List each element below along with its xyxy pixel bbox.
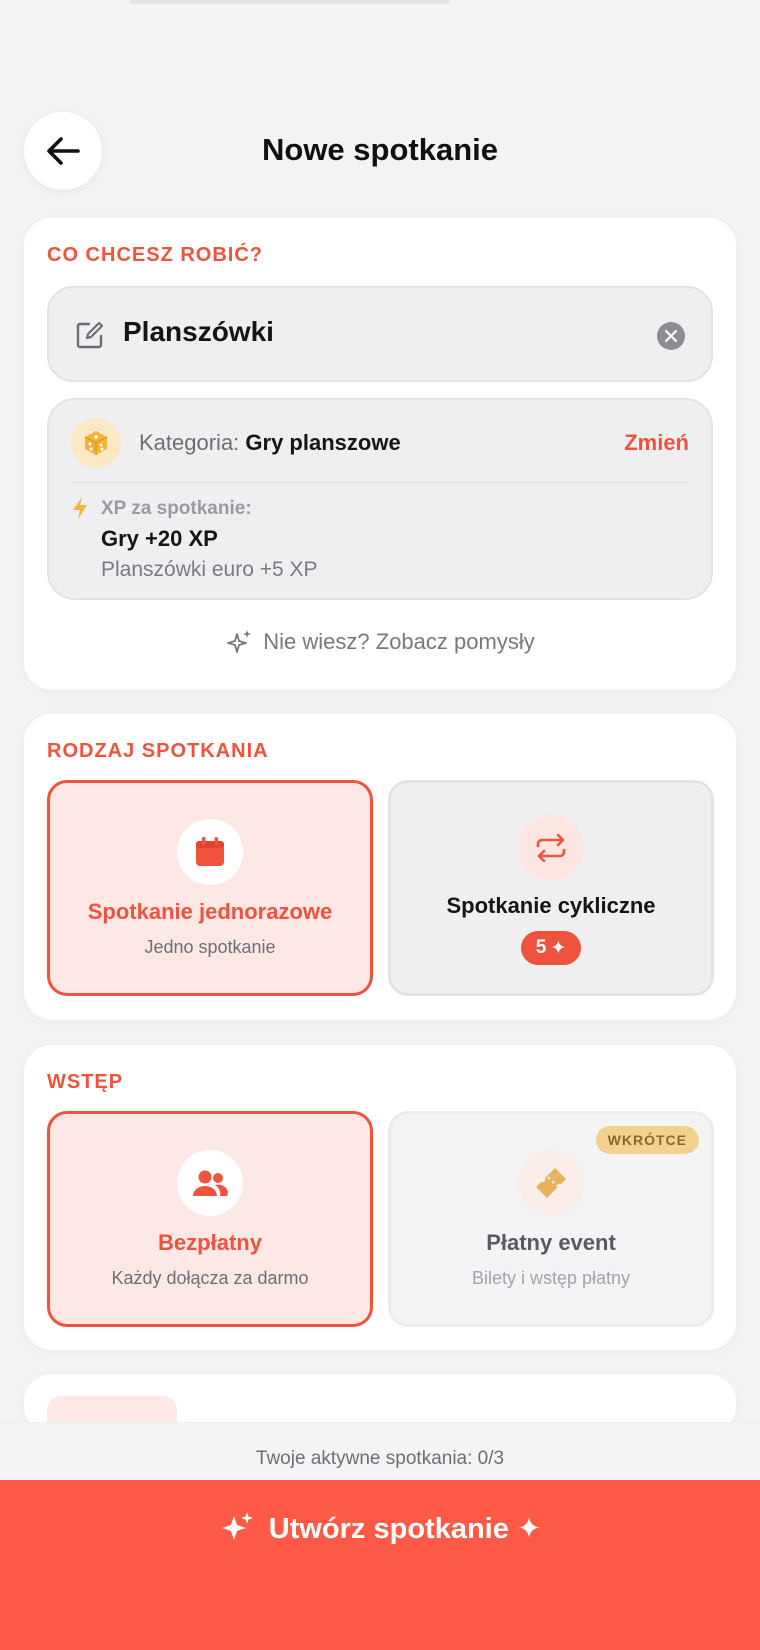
active-meetings-count: Twoje aktywne spotkania: 0/3 [255,1448,505,1469]
divider [71,482,689,483]
header: Nowe spotkanie [0,110,760,190]
soon-badge: WKRÓTCE [595,1126,699,1154]
ideas-link[interactable]: Nie wiesz? Zobacz pomysły [24,628,736,656]
xp-primary: Gry +20 XP [101,526,218,551]
option-paid[interactable]: WKRÓTCE Płatny event Bilety i wstęp płat… [388,1111,714,1327]
option-free-subtitle: Każdy dołącza za darmo [111,1268,309,1288]
activity-card: CO CHCESZ ROBIĆ? Planszówki Kategoria: G… [24,218,736,690]
bolt-icon [73,497,87,519]
option-recurring-title: Spotkanie cykliczne [446,893,656,918]
page-title: Nowe spotkanie [262,132,498,167]
ticket-icon [518,1150,584,1216]
option-recurring[interactable]: Spotkanie cykliczne 5 ✦ [388,780,714,996]
create-meeting-button[interactable]: Utwórz spotkanie ✦ [0,1480,760,1650]
entry-section-label: WSTĘP [47,1071,124,1093]
users-icon [177,1150,243,1216]
cost-badge: 5 ✦ [521,931,581,965]
entry-card: WSTĘP Bezpłatny Każdy dołącza za darmo W… [24,1045,736,1350]
activity-input-value: Planszówki [123,316,274,347]
category-prefix: Kategoria: [139,430,246,455]
cost-value: 5 [535,937,547,958]
close-icon [665,330,677,342]
xp-label: XP za spotkanie: [101,498,252,519]
category-box: Kategoria: Gry planszowe Zmień XP za spo… [47,398,713,600]
top-handle [130,0,450,4]
activity-input[interactable]: Planszówki [47,286,713,382]
option-one-time-title: Spotkanie jednorazowe [87,899,333,924]
option-one-time[interactable]: Spotkanie jednorazowe Jedno spotkanie [47,780,373,996]
option-one-time-subtitle: Jedno spotkanie [144,937,276,957]
category-value: Gry planszowe [245,430,401,455]
xp-secondary: Planszówki euro +5 XP [101,558,318,581]
create-meeting-label: Utwórz spotkanie ✦ [268,1512,542,1545]
option-free-title: Bezpłatny [158,1230,262,1255]
meeting-type-card: RODZAJ SPOTKANIA Spotkanie jednorazowe J… [24,714,736,1020]
dice-icon [71,418,121,468]
meeting-type-section-label: RODZAJ SPOTKANIA [47,740,269,762]
activity-section-label: CO CHCESZ ROBIĆ? [47,244,263,266]
category-text: Kategoria: Gry planszowe [139,430,401,456]
star-icon: ✦ [550,937,567,959]
sparkles-icon [227,630,252,653]
calendar-icon [177,819,243,885]
option-free[interactable]: Bezpłatny Każdy dołącza za darmo [47,1111,373,1327]
ideas-label: Nie wiesz? Zobacz pomysły [263,629,535,654]
change-category-link[interactable]: Zmień [624,430,689,456]
edit-icon [76,321,104,349]
repeat-icon [518,815,584,881]
option-paid-subtitle: Bilety i wstęp płatny [471,1268,631,1288]
option-paid-title: Płatny event [486,1230,616,1255]
clear-input-button[interactable] [657,322,685,350]
sparkles-icon [221,1512,253,1540]
